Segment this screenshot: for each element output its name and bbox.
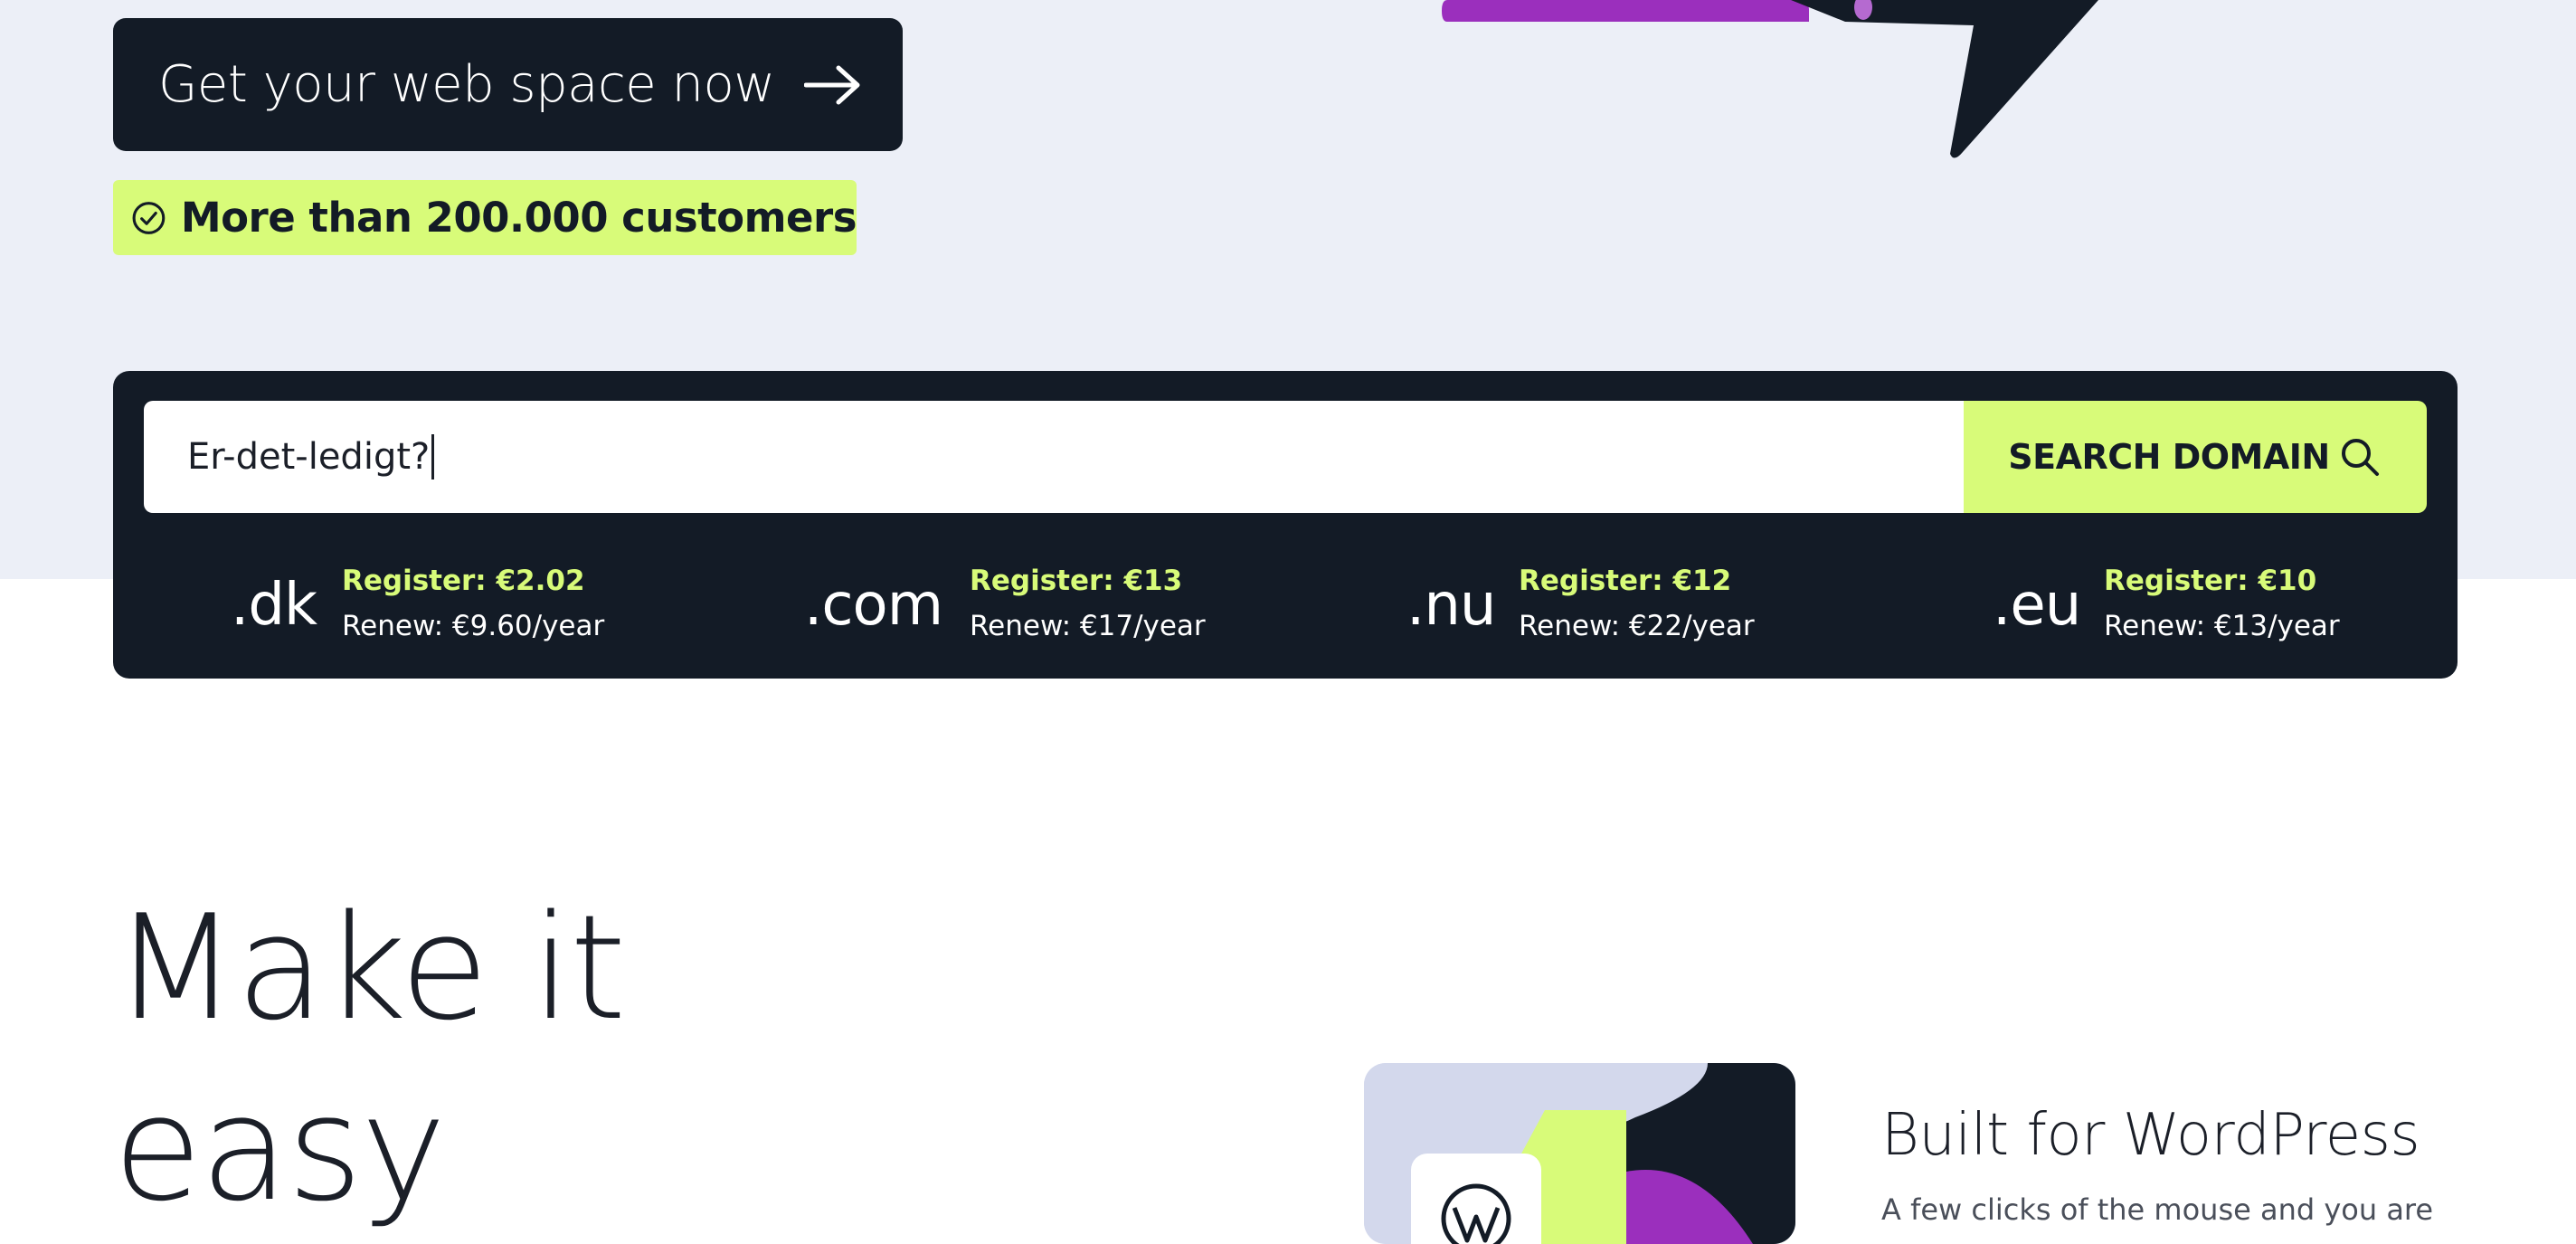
tld-dk[interactable]: .dk Register: €2.02 Renew: €9.60/year [231,552,737,651]
tld-renew-price: Renew: €13/year [2104,610,2340,642]
tld-com[interactable]: .com Register: €13 Renew: €17/year [804,552,1365,651]
domain-search-value: Er-det-ledigt? [187,436,431,478]
customers-badge-text: More than 200.000 customers [180,194,857,242]
search-icon [2341,439,2379,476]
domain-search-input[interactable]: Er-det-ledigt? [144,401,1964,513]
tld-eu[interactable]: .eu Register: €10 Renew: €13/year [1993,552,2445,651]
tld-nu[interactable]: .nu Register: €12 Renew: €22/year [1406,552,1949,651]
search-domain-label: SEARCH DOMAIN [2008,437,2330,477]
domain-search-panel: Er-det-ledigt? SEARCH DOMAIN .dk Registe… [113,371,2458,679]
tld-name: .dk [231,572,317,639]
tld-register-price: Register: €13 [970,565,1183,597]
feature-description: A few clicks of the mouse and you are [1881,1192,2434,1227]
hero-lightning-graphic [1442,0,2098,158]
tld-name: .nu [1406,572,1496,639]
tld-renew-price: Renew: €22/year [1519,610,1755,642]
search-domain-button[interactable]: SEARCH DOMAIN [1964,401,2427,513]
tld-renew-price: Renew: €9.60/year [342,610,605,642]
arrow-right-icon [803,65,860,104]
check-circle-icon [132,201,166,234]
tld-name: .eu [1993,572,2081,639]
tld-renew-price: Renew: €17/year [970,610,1206,642]
cta-label: Get your web space now [158,55,775,114]
wordpress-illustration-card [1364,1063,1795,1244]
text-caret [431,434,435,480]
tld-register-price: Register: €10 [2104,565,2317,597]
get-web-space-button[interactable]: Get your web space now [113,18,903,151]
tld-name: .com [804,572,943,639]
section-title: Make it easy [113,878,837,1239]
tld-register-price: Register: €2.02 [342,565,585,597]
wordpress-illustration [1364,1063,1795,1244]
customers-badge: More than 200.000 customers [113,180,857,255]
section-title-line-2: easy [113,1064,447,1233]
section-title-line-1: Make it [113,883,627,1052]
tld-register-price: Register: €12 [1519,565,1732,597]
feature-title: Built for WordPress [1881,1102,2420,1169]
